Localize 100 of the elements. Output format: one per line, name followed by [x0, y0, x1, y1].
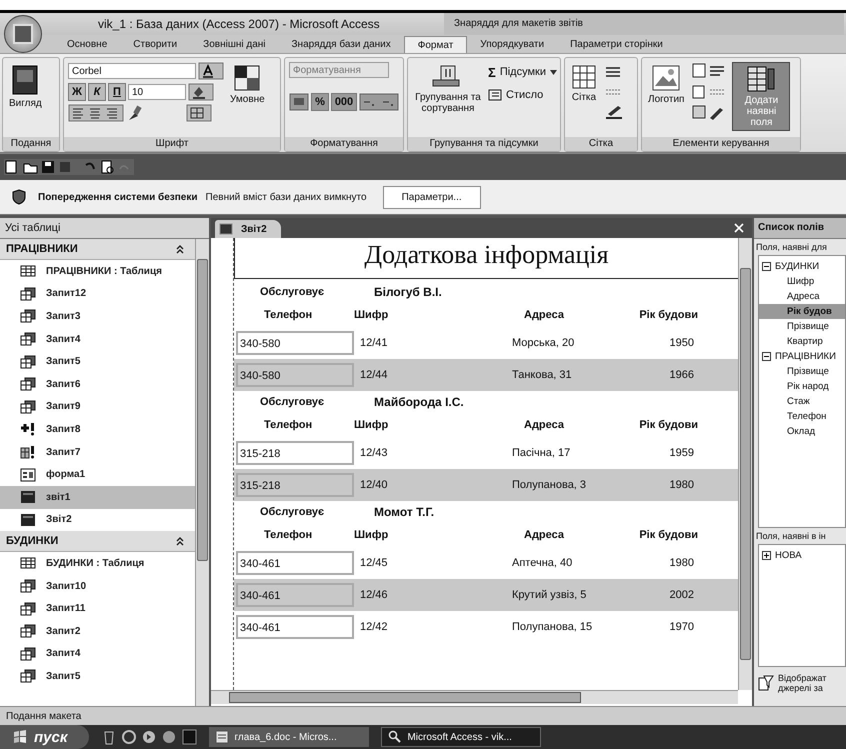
ribbon-tab[interactable]: Упорядкувати: [467, 36, 558, 53]
scrollbar[interactable]: [738, 238, 752, 690]
gridlines-button[interactable]: Сітка: [569, 62, 599, 105]
navigation-item[interactable]: Запит9: [0, 396, 195, 418]
ribbon-tab[interactable]: Знаряддя бази даних: [278, 36, 404, 53]
collapse-icon: [175, 536, 185, 546]
office-button[interactable]: [4, 15, 42, 53]
text-style-button[interactable]: Ж: [68, 83, 86, 101]
query-icon: [20, 646, 36, 661]
font-color-icon[interactable]: [198, 62, 224, 80]
query-icon: [20, 309, 36, 324]
ribbon-tab[interactable]: Основне: [54, 36, 120, 53]
navigation-header[interactable]: Усі таблиці: [0, 218, 209, 239]
navigation-item[interactable]: Запит6: [0, 372, 195, 396]
text-style-button[interactable]: К: [88, 83, 106, 101]
navigation-item[interactable]: Запит3: [0, 305, 195, 328]
options-button[interactable]: Параметри...: [382, 186, 481, 208]
field-item[interactable]: Шифр: [759, 274, 845, 289]
field-label: Обслуговує: [260, 286, 326, 298]
percent-button[interactable]: %: [311, 93, 329, 111]
field-item[interactable]: Адреса: [759, 289, 845, 304]
compact-button[interactable]: Стисло: [488, 85, 557, 105]
footer-text: джерелі за: [778, 683, 824, 693]
collapse-icon: [175, 244, 185, 254]
scrollbar[interactable]: [195, 239, 209, 706]
add-fields-button[interactable]: Додати наявні поля: [732, 62, 790, 131]
quick-access-icons[interactable]: [4, 159, 134, 175]
field-item[interactable]: Оклад: [759, 424, 845, 439]
totals-button[interactable]: Σ Підсумки: [488, 62, 557, 82]
taskbar-button[interactable]: Microsoft Access - vik...: [381, 727, 542, 747]
navigation-item[interactable]: БУДИНКИ : Таблиця: [0, 552, 195, 575]
column-header: Рік будови: [638, 309, 699, 321]
navigation-item[interactable]: Запит11: [0, 597, 195, 620]
ribbon-tab[interactable]: Формат: [404, 36, 468, 53]
view-button[interactable]: Вигляд: [7, 62, 44, 111]
tree-node[interactable]: БУДИНКИ: [759, 259, 845, 274]
column-header: Телефон: [263, 419, 314, 431]
field-item[interactable]: Рік будов: [759, 304, 845, 319]
horizontal-scrollbar[interactable]: [211, 690, 738, 704]
table-cell-text: Пасічна, 17: [511, 447, 572, 459]
font-size-field[interactable]: 10: [128, 84, 186, 100]
column-header: Шифр: [354, 419, 390, 431]
navigation-item[interactable]: ПРАЦІВНИКИ : Таблиця: [0, 260, 195, 283]
navigation-item[interactable]: форма1: [0, 463, 195, 486]
navigation-item[interactable]: Запит4: [0, 328, 195, 350]
close-icon[interactable]: [734, 223, 744, 233]
field-item[interactable]: Квартир: [759, 334, 845, 349]
list-icon: [488, 89, 502, 101]
navigation-item[interactable]: Запит8: [0, 418, 195, 441]
currency-icon[interactable]: [289, 93, 309, 111]
navigation-item[interactable]: Запит10: [0, 574, 195, 598]
decimal-icons[interactable]: [359, 93, 399, 111]
ribbon-tab[interactable]: Зовнішні дані: [190, 36, 278, 53]
start-button[interactable]: пуск: [0, 725, 90, 749]
field-item[interactable]: Телефон: [759, 409, 845, 424]
navigation-item[interactable]: Запит7: [0, 440, 195, 464]
text-style-button[interactable]: П: [108, 83, 126, 101]
conditional-button[interactable]: Умовне: [228, 62, 267, 107]
navigation-item[interactable]: Запит5: [0, 665, 195, 688]
query-icon: [20, 332, 36, 346]
logo-button[interactable]: Логотип: [646, 62, 686, 107]
navigation-item[interactable]: Запит4: [0, 642, 195, 666]
table-cell: 340-461: [236, 615, 354, 639]
fill-color-icon[interactable]: [188, 83, 214, 101]
report-icon: [20, 512, 36, 527]
column-header: Шифр: [354, 309, 390, 321]
navigation-item[interactable]: Запит12: [0, 282, 195, 306]
taskbar-button[interactable]: глава_6.doc - Micros...: [209, 727, 370, 747]
table-icon: [20, 264, 36, 278]
expand-icon: [762, 551, 771, 560]
field-item[interactable]: Стаж: [759, 394, 845, 409]
append-query-icon: [20, 422, 36, 436]
navigation-group-header[interactable]: БУДИНКИ: [0, 531, 195, 552]
tree-node[interactable]: НОВА: [759, 548, 845, 563]
field-item[interactable]: Рік народ: [759, 379, 845, 394]
filter-icon[interactable]: [758, 674, 774, 692]
navigation-group-header[interactable]: ПРАЦІВНИКИ: [0, 239, 195, 260]
report-title: Додаткова інформація: [234, 238, 738, 279]
table-cell-text: 12/44: [359, 369, 389, 381]
tree-node[interactable]: ПРАЦІВНИКИ: [759, 349, 845, 364]
navigation-item[interactable]: звіт1: [0, 486, 195, 509]
alignment-icons[interactable]: [68, 104, 124, 122]
thousands-button[interactable]: 000: [331, 93, 357, 111]
navigation-item[interactable]: Звіт2: [0, 508, 195, 532]
navigation-item[interactable]: Запит2: [0, 620, 195, 642]
borders-icon[interactable]: [186, 104, 212, 122]
navigation-item[interactable]: Запит5: [0, 350, 195, 373]
field-item[interactable]: Прізвище: [759, 319, 845, 334]
field-item[interactable]: Прізвище: [759, 364, 845, 379]
font-field[interactable]: Corbel: [68, 63, 196, 79]
ribbon-tab[interactable]: Параметри сторінки: [557, 36, 676, 53]
group-sort-button[interactable]: Групування та сортування: [412, 62, 484, 116]
table-cell-text: 12/45: [359, 557, 389, 569]
brush-icon[interactable]: [126, 104, 142, 122]
footer-text: Відображат: [778, 673, 826, 683]
query-icon: [20, 669, 36, 684]
query-icon: [20, 579, 36, 594]
security-warning-title: Попередження системи безпеки: [38, 192, 198, 202]
ribbon-tab[interactable]: Створити: [120, 36, 190, 53]
report-tab[interactable]: Звіт2: [215, 220, 281, 238]
